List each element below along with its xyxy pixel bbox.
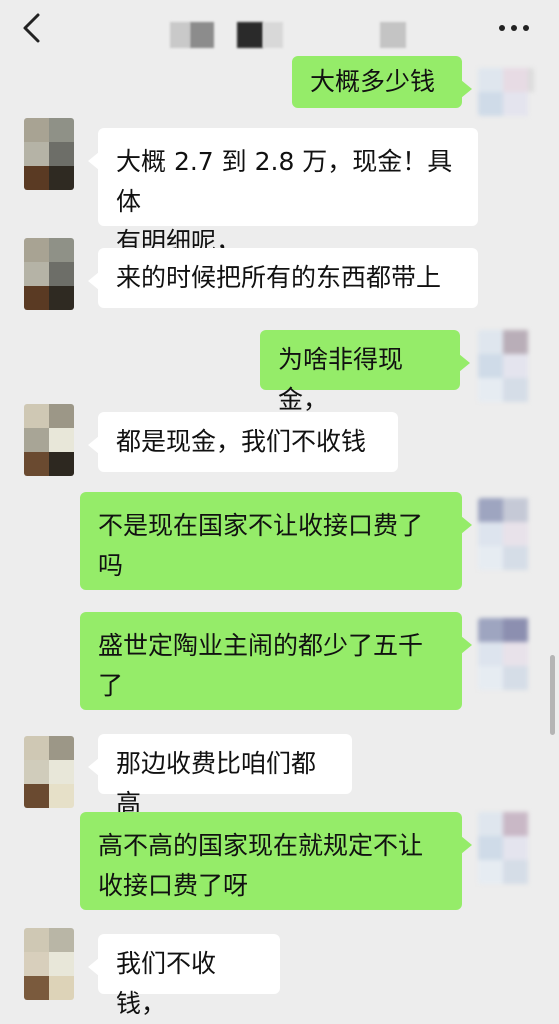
message-bubble-sent[interactable]: 大概多少钱: [292, 56, 472, 108]
avatar-contact[interactable]: [24, 118, 74, 190]
message-bubble-sent[interactable]: 盛世定陶业主闹的都少了五千 了: [80, 612, 472, 710]
message-bubble-received[interactable]: 大概 2.7 到 2.8 万，现金！具体 有明细呢，: [88, 128, 478, 256]
avatar-contact[interactable]: [24, 736, 74, 808]
message-bubble-received[interactable]: 都是现金，我们不收钱: [88, 412, 398, 472]
ellipsis-icon[interactable]: [497, 20, 531, 36]
avatar-self[interactable]: [478, 330, 534, 402]
avatar-self[interactable]: [478, 498, 534, 570]
avatar-contact[interactable]: [24, 238, 74, 310]
message-bubble-sent[interactable]: 不是现在国家不让收接口费了 吗: [80, 492, 472, 590]
avatar-contact[interactable]: [24, 928, 74, 1000]
chat-header: [0, 0, 559, 58]
message-bubble-received[interactable]: 我们不收钱，: [88, 934, 280, 1018]
chat-title-obscured: [0, 22, 559, 48]
avatar-self[interactable]: [478, 812, 534, 884]
message-bubble-received[interactable]: 那边收费比咱们都高: [88, 734, 352, 818]
message-bubble-sent[interactable]: 为啥非得现金，: [260, 330, 470, 414]
avatar-contact[interactable]: [24, 404, 74, 476]
scrollbar[interactable]: [550, 655, 555, 735]
avatar-self[interactable]: [478, 618, 534, 690]
message-bubble-sent[interactable]: 高不高的国家现在就规定不让 收接口费了呀: [80, 812, 472, 910]
avatar-self[interactable]: [478, 68, 534, 116]
message-bubble-received[interactable]: 来的时候把所有的东西都带上: [88, 248, 478, 308]
